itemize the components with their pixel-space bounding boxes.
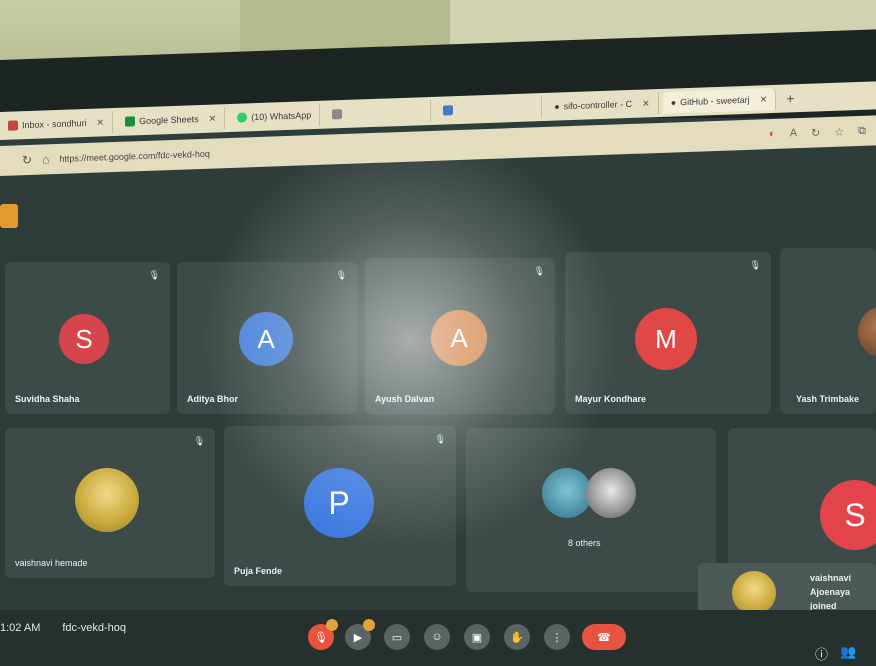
- more-options-button[interactable]: ⋮: [544, 624, 570, 650]
- mic-muted-icon: 🎙: [434, 434, 446, 444]
- participant-tile[interactable]: Yash Trimbake: [780, 248, 876, 414]
- meet-badge-icon: [0, 204, 18, 228]
- participant-name: Yash Trimbake: [796, 394, 860, 404]
- participant-name: Aditya Bhor: [187, 394, 239, 404]
- participant-photo: [75, 468, 139, 532]
- participant-tile[interactable]: 🎙 A Aditya Bhor: [177, 262, 357, 414]
- new-tab-button[interactable]: +: [780, 90, 800, 107]
- participant-tile[interactable]: 🎙 S Suvidha Shaha: [5, 262, 170, 414]
- meeting-info: 1:02 AM fdc-vekd-hoq: [0, 622, 126, 634]
- participant-name: Suvidha Shaha: [15, 394, 80, 404]
- mic-muted-icon: 🎙: [193, 436, 205, 446]
- github-icon: ●: [670, 97, 677, 108]
- lock-icon[interactable]: ⌂: [42, 152, 49, 166]
- github-icon: ●: [554, 101, 560, 112]
- refresh-icon[interactable]: ↻: [22, 153, 32, 167]
- participant-name: Puja Fende: [234, 566, 283, 576]
- tab-label: Inbox - sondhuri: [22, 117, 87, 131]
- meet-right-controls: ⓘ 👥: [815, 644, 856, 663]
- mic-muted-icon: 🎙: [148, 270, 160, 280]
- participant-tile[interactable]: 🎙 vaishnavi hemade: [5, 428, 215, 578]
- tab-label: (10) WhatsApp: [251, 110, 312, 123]
- tab-label: sifo-controller - C: [563, 98, 633, 112]
- participant-name: Ayush Dalvan: [375, 394, 435, 404]
- end-call-button[interactable]: ☎: [582, 624, 626, 650]
- mic-badge: [326, 619, 338, 631]
- join-name-2: Ajoenaya: [810, 587, 851, 597]
- meeting-time: 1:02 AM: [0, 622, 41, 634]
- meeting-code: fdc-vekd-hoq: [62, 622, 126, 634]
- participant-tile[interactable]: 🎙 P Puja Fende: [224, 426, 456, 586]
- tab-google-sheets[interactable]: Google Sheets ✕: [117, 107, 226, 133]
- participant-name: vaishnavi hemade: [15, 558, 88, 568]
- others-tile[interactable]: 8 others: [466, 428, 716, 592]
- present-button[interactable]: ▣: [464, 624, 490, 650]
- whatsapp-icon: [237, 112, 248, 123]
- participant-photo: [586, 468, 636, 518]
- close-icon[interactable]: ✕: [760, 94, 768, 105]
- participant-photo: [858, 306, 876, 358]
- raise-hand-button[interactable]: ✋: [504, 624, 530, 650]
- page-icon: [443, 105, 454, 116]
- participant-tile[interactable]: 🎙 A Ayush Dalvan: [365, 258, 555, 414]
- avatar: P: [304, 468, 374, 538]
- join-message: vaishnavi Ajoenaya joined: [810, 571, 851, 613]
- avatar: M: [635, 308, 697, 370]
- mic-muted-icon: 🎙: [335, 270, 347, 280]
- mic-muted-icon: 🎙: [749, 260, 761, 270]
- tab-github-controller[interactable]: ● sifo-controller - C ✕: [546, 91, 659, 118]
- close-icon[interactable]: ✕: [209, 113, 217, 124]
- sheets-icon: [125, 116, 136, 127]
- mic-muted-icon: 🎙: [533, 266, 545, 276]
- avatar: A: [239, 312, 293, 366]
- captions-button[interactable]: ▭: [384, 624, 410, 650]
- favorite-icon[interactable]: ☆: [834, 125, 844, 138]
- participant-photo: [542, 468, 592, 518]
- close-icon[interactable]: ✕: [97, 117, 105, 128]
- join-name: vaishnavi: [810, 573, 852, 583]
- mic-button[interactable]: 🎙: [308, 619, 338, 650]
- avatar: A: [431, 310, 487, 366]
- tab-label: GitHub - sweetarj: [680, 94, 750, 108]
- participant-name: Mayur Kondhare: [575, 394, 647, 404]
- avatar: S: [59, 314, 109, 364]
- info-icon[interactable]: ⓘ: [815, 644, 828, 663]
- camera-badge: [363, 619, 375, 631]
- participant-tile[interactable]: 🎙 M Mayur Kondhare: [565, 252, 771, 414]
- close-icon[interactable]: ✕: [642, 98, 650, 109]
- avatar: S: [820, 480, 876, 550]
- reader-icon[interactable]: A: [790, 127, 797, 140]
- url-field[interactable]: https://meet.google.com/fdc-vekd-hoq: [59, 149, 210, 164]
- refresh-icon[interactable]: ↻: [811, 126, 820, 139]
- people-icon[interactable]: 👥: [840, 644, 856, 663]
- camera-button[interactable]: ▶: [345, 619, 375, 650]
- tab-whatsapp[interactable]: (10) WhatsApp: [229, 103, 321, 129]
- tab-label: Google Sheets: [139, 114, 199, 127]
- tab-unknown-1[interactable]: [324, 99, 432, 126]
- page-icon: [332, 109, 343, 120]
- collections-icon[interactable]: ⧉: [858, 124, 866, 137]
- gmail-icon: [8, 120, 18, 131]
- browser-toolbar-icons: ◐ A ↻ ☆ ⧉: [769, 124, 876, 141]
- emoji-button[interactable]: ☺: [424, 624, 450, 650]
- tracking-icon[interactable]: ◐: [769, 127, 776, 140]
- others-count: 8 others: [568, 538, 601, 548]
- tab-github[interactable]: ● GitHub - sweetarj ✕: [662, 87, 777, 114]
- participant-photo: [732, 571, 776, 615]
- tab-unknown-2[interactable]: [435, 96, 543, 122]
- tab-gmail[interactable]: Inbox - sondhuri ✕: [0, 111, 114, 137]
